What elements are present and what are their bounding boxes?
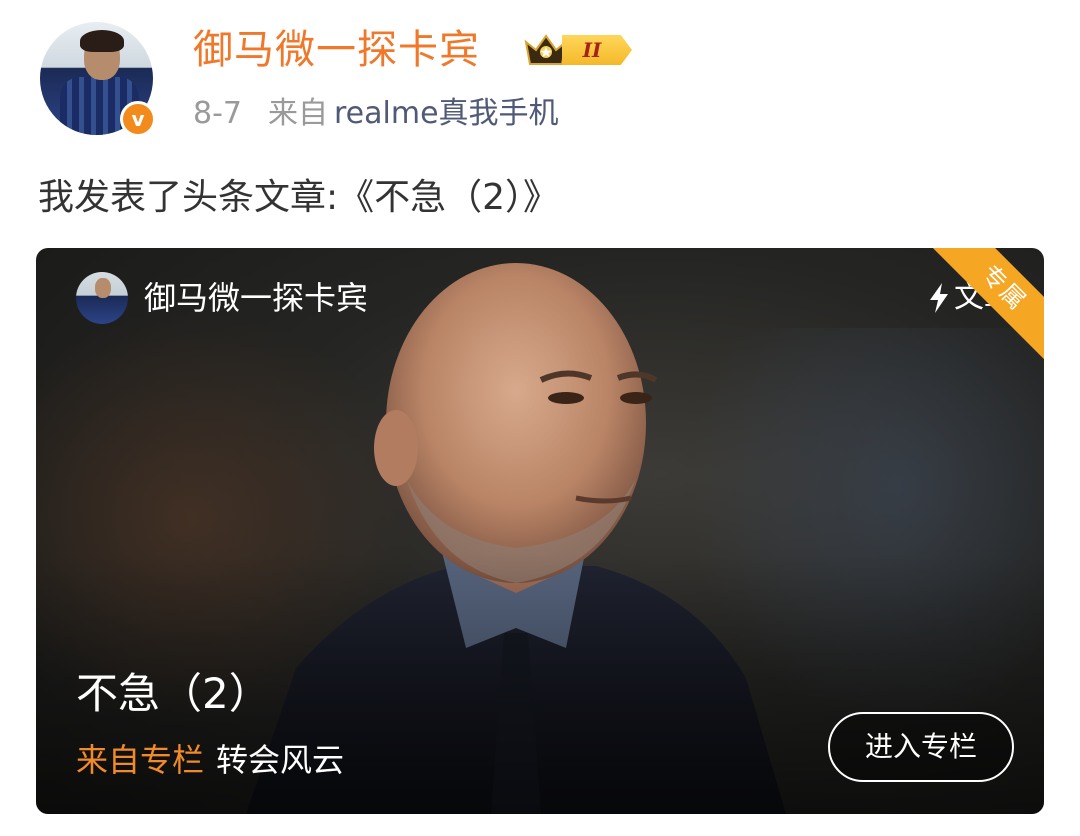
column-source-prefix: 来自专栏 [76,741,205,779]
avatar-hair [80,30,124,52]
device-link[interactable]: realme真我手机 [334,96,559,131]
level-tag: II [562,35,632,65]
post-date: 8-7 [193,96,242,131]
article-column-source: 来自专栏 转会风云 [76,738,344,782]
enter-column-button[interactable]: 进入专栏 [828,712,1014,782]
member-level-badge[interactable]: II [522,30,634,70]
column-name[interactable]: 转会风云 [216,741,344,779]
article-title: 不急（2） [76,669,271,718]
username[interactable]: 御马微一探卡宾 [193,24,480,76]
weibo-post: v 御马微一探卡宾 II 8-7 来自 realme真我手机 我发表了头条文章:《不… [0,0,1080,836]
post-meta: 8-7 来自 realme真我手机 [193,94,559,134]
card-author-avatar [76,272,128,324]
article-card[interactable]: 御马微一探卡宾 文章 专属 不急（2） 来自专栏转会风云 进入专栏 [36,248,1044,814]
card-avatar-head [95,278,111,298]
verified-badge-icon: v [120,101,156,137]
source-prefix: 来自 [268,96,328,131]
card-author-name[interactable]: 御马微一探卡宾 [144,276,368,320]
post-text: 我发表了头条文章:《不急（2）》 [38,177,560,218]
lightning-icon [930,283,948,313]
